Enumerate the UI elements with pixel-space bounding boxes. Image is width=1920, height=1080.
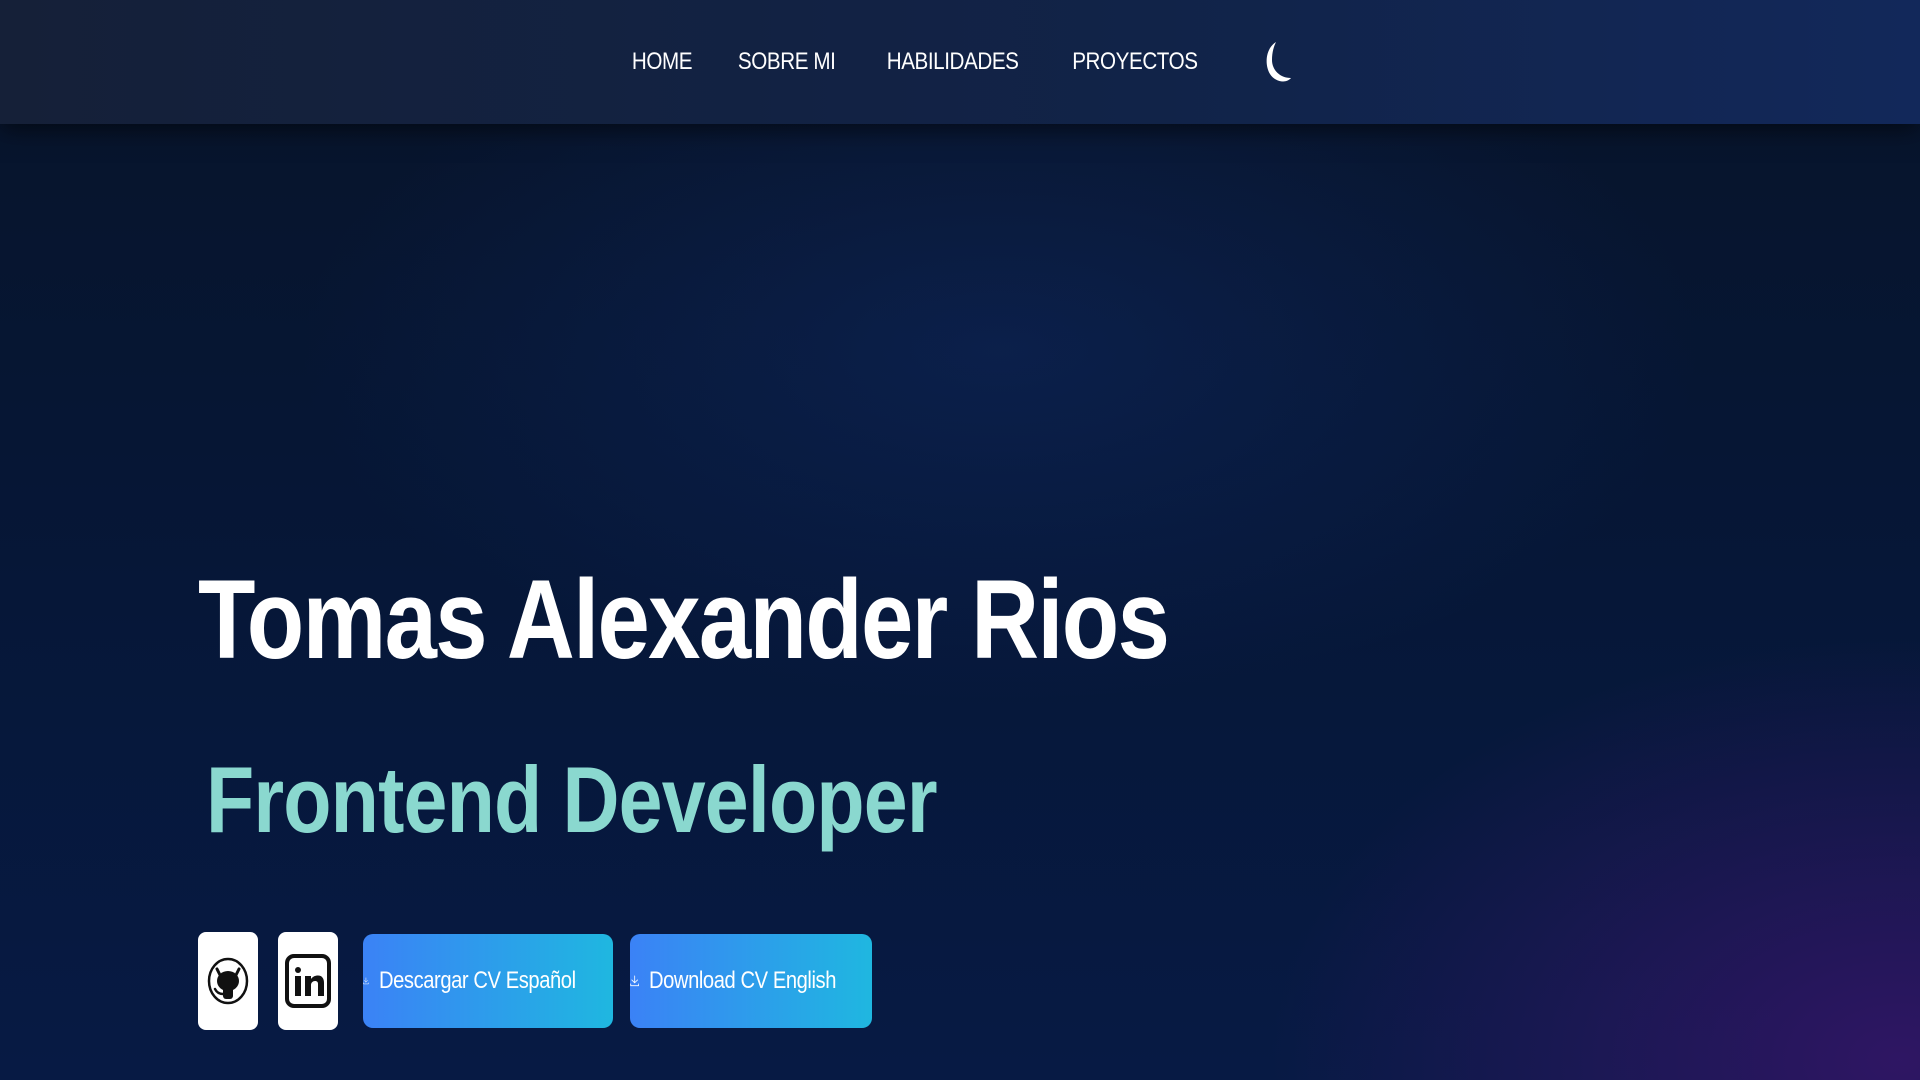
download-cv-en-label: Download CV English <box>649 967 837 994</box>
hero-name: Tomas Alexander Rios <box>198 557 1170 682</box>
nav-link-proyectos[interactable]: PROYECTOS <box>1073 48 1199 76</box>
hero: Tomas Alexander Rios Frontend Developer <box>198 557 1353 850</box>
moon-icon <box>1266 42 1292 82</box>
github-button[interactable] <box>198 932 258 1030</box>
navbar: HOME SOBRE MI HABILIDADES PROYECTOS <box>0 0 1920 124</box>
download-cv-es-button[interactable]: Descargar CV Español <box>363 934 613 1028</box>
hero-actions: Descargar CV Español Download CV English <box>198 932 889 1030</box>
download-icon <box>363 977 369 985</box>
github-icon <box>207 957 249 1005</box>
linkedin-button[interactable] <box>278 932 338 1030</box>
download-cv-en-button[interactable]: Download CV English <box>630 934 872 1028</box>
nav-links: HOME SOBRE MI HABILIDADES PROYECTOS <box>627 40 1293 84</box>
theme-toggle-button[interactable] <box>1261 40 1293 84</box>
download-icon <box>630 975 640 987</box>
hero-role: Frontend Developer <box>206 747 938 852</box>
linkedin-icon <box>285 954 331 1008</box>
nav-link-sobre-mi[interactable]: SOBRE MI <box>738 48 836 76</box>
download-cv-es-label: Descargar CV Español <box>378 967 576 994</box>
nav-link-habilidades[interactable]: HABILIDADES <box>887 48 1019 76</box>
nav-link-home[interactable]: HOME <box>632 48 693 76</box>
